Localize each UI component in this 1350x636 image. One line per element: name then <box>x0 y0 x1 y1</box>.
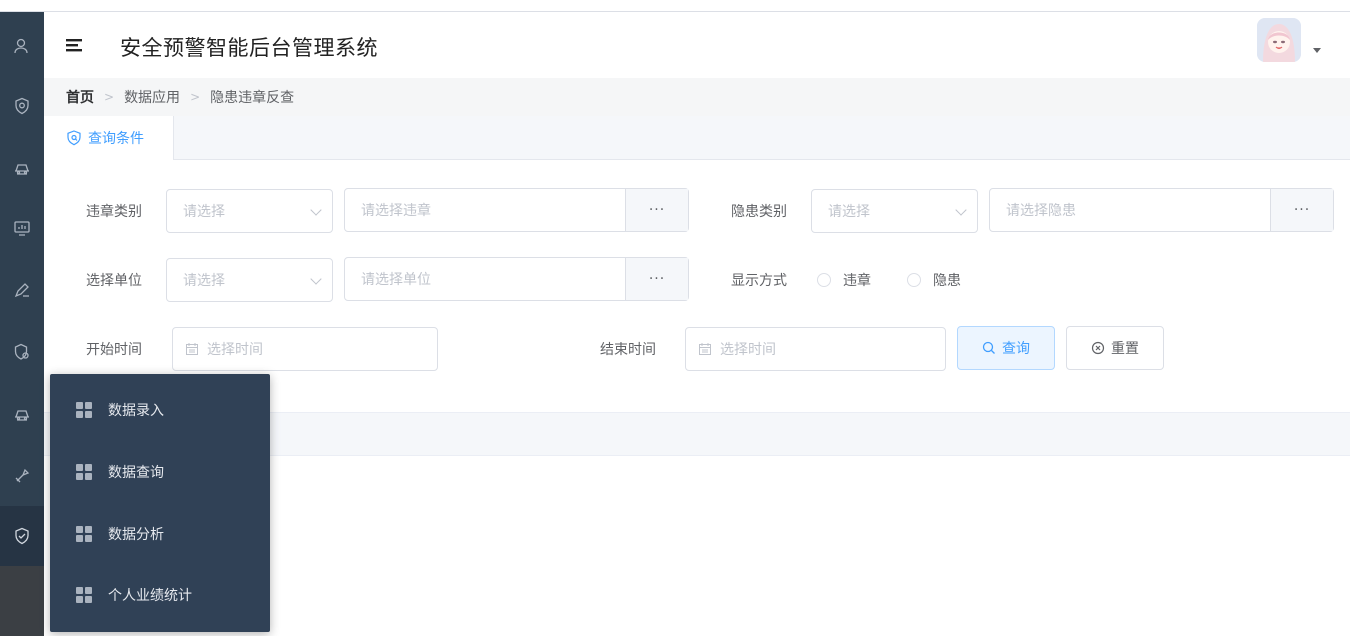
tab-query-conditions[interactable]: 查询条件 <box>44 116 174 160</box>
menu-item-data-analysis[interactable]: 数据分析 <box>50 503 270 565</box>
menu-item-personal-stats[interactable]: 个人业绩统计 <box>50 564 270 626</box>
menu-item-data-entry[interactable]: 数据录入 <box>50 379 270 441</box>
hazard-input[interactable]: 请选择隐患 <box>990 189 1076 231</box>
violation-picker: 请选择违章 ··· <box>344 188 689 232</box>
radio-hazard[interactable]: 隐患 <box>907 270 961 290</box>
violation-category-select[interactable]: 请选择 <box>166 189 333 233</box>
tab-bar: 查询条件 <box>44 116 1350 160</box>
sidebar-bottom-fill <box>0 566 44 636</box>
sidebar <box>0 12 44 636</box>
violation-picker-button[interactable]: ··· <box>625 189 688 231</box>
select-placeholder: 请选择 <box>183 204 225 220</box>
violation-input[interactable]: 请选择违章 <box>345 189 431 231</box>
grid-icon <box>76 526 92 542</box>
pen-icon[interactable] <box>8 276 36 304</box>
radio-label: 违章 <box>843 273 871 289</box>
breadcrumb-separator-icon: > <box>190 90 201 104</box>
radio-label: 隐患 <box>933 273 961 289</box>
menu-item-data-query[interactable]: 数据查询 <box>50 441 270 503</box>
hazard-picker-button[interactable]: ··· <box>1270 189 1333 231</box>
vehicle-icon[interactable] <box>8 154 36 182</box>
search-icon <box>982 341 995 354</box>
breadcrumb-level2: 隐患违章反查 <box>210 90 295 106</box>
end-time-picker[interactable]: 选择时间 <box>685 327 946 371</box>
calendar-icon <box>699 343 711 355</box>
user-icon[interactable] <box>8 32 36 60</box>
chevron-down-icon <box>310 273 322 285</box>
grid-icon <box>76 402 92 418</box>
radio-circle <box>907 273 921 287</box>
avatar[interactable] <box>1257 18 1301 62</box>
top-strip <box>0 0 1350 12</box>
shield-icon[interactable] <box>8 92 36 120</box>
date-placeholder: 选择时间 <box>720 342 776 358</box>
shield-gear-icon[interactable] <box>8 338 36 366</box>
grid-icon <box>76 464 92 480</box>
breadcrumb: 首页 > 数据应用 > 隐患违章反查 <box>44 78 1350 116</box>
monitor-chart-icon[interactable] <box>8 214 36 242</box>
reset-button-label: 重置 <box>1111 341 1139 357</box>
user-dropdown-caret-icon[interactable] <box>1313 48 1321 53</box>
chevron-down-icon <box>955 204 967 216</box>
hazard-category-select[interactable]: 请选择 <box>811 189 978 233</box>
start-time-picker[interactable]: 选择时间 <box>172 327 438 371</box>
breadcrumb-home[interactable]: 首页 <box>66 87 94 107</box>
reset-button[interactable]: 重置 <box>1066 326 1164 370</box>
calendar-icon <box>186 343 198 355</box>
radio-violation[interactable]: 违章 <box>817 270 871 290</box>
menu-item-label: 数据分析 <box>108 527 164 543</box>
unit-select[interactable]: 请选择 <box>166 258 333 302</box>
unit-picker: 请选择单位 ··· <box>344 257 689 301</box>
hazard-picker: 请选择隐患 ··· <box>989 188 1334 232</box>
page-title: 安全预警智能后台管理系统 <box>120 36 378 60</box>
grid-icon <box>76 587 92 603</box>
circle-close-icon <box>1091 341 1105 355</box>
breadcrumb-level1: 数据应用 <box>124 90 181 106</box>
unit-picker-button[interactable]: ··· <box>625 258 688 300</box>
menu-item-label: 数据查询 <box>108 465 164 481</box>
shield-check-icon[interactable] <box>0 506 44 566</box>
unit-input[interactable]: 请选择单位 <box>345 258 431 300</box>
radio-circle <box>817 273 831 287</box>
end-time-label: 结束时间 <box>600 342 656 358</box>
shield-icon <box>67 130 81 146</box>
unit-select-label: 选择单位 <box>86 273 142 289</box>
query-button[interactable]: 查询 <box>957 326 1055 370</box>
select-placeholder: 请选择 <box>183 273 225 289</box>
menu-item-label: 数据录入 <box>108 403 164 419</box>
menu-toggle-icon[interactable] <box>64 34 86 56</box>
app-header: 安全预警智能后台管理系统 <box>44 12 1350 78</box>
display-mode-label: 显示方式 <box>731 273 787 289</box>
violation-category-label: 违章类别 <box>86 204 142 220</box>
tab-label: 查询条件 <box>88 131 144 147</box>
breadcrumb-separator-icon: > <box>104 90 115 104</box>
tools-icon[interactable] <box>8 462 36 490</box>
sidebar-flyout-menu: 数据录入 数据查询 数据分析 个人业绩统计 <box>50 374 270 632</box>
query-button-label: 查询 <box>1002 341 1030 357</box>
hazard-category-label: 隐患类别 <box>731 204 787 220</box>
chevron-down-icon <box>310 204 322 216</box>
start-time-label: 开始时间 <box>86 342 142 358</box>
date-placeholder: 选择时间 <box>207 342 263 358</box>
select-placeholder: 请选择 <box>828 204 870 220</box>
menu-item-label: 个人业绩统计 <box>108 588 192 604</box>
vehicle-icon[interactable] <box>8 400 36 428</box>
